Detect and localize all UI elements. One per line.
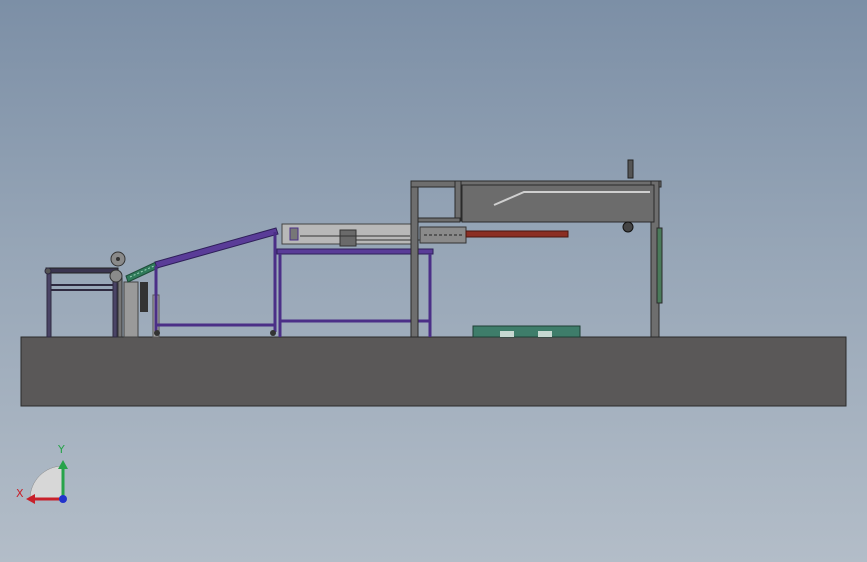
y-axis-label: Y: [58, 443, 65, 456]
circuit-board[interactable]: [472, 325, 581, 338]
red-rail[interactable]: [465, 230, 569, 238]
model-view[interactable]: [0, 0, 867, 562]
x-axis-label: X: [16, 487, 24, 500]
chain-guide[interactable]: [125, 261, 159, 283]
coordinate-triad: [26, 460, 68, 504]
incline-conveyor[interactable]: [154, 227, 279, 336]
graphics-viewport[interactable]: X Y: [0, 0, 867, 562]
infeed-conveyor[interactable]: [44, 267, 119, 338]
base-plate[interactable]: [20, 336, 847, 407]
